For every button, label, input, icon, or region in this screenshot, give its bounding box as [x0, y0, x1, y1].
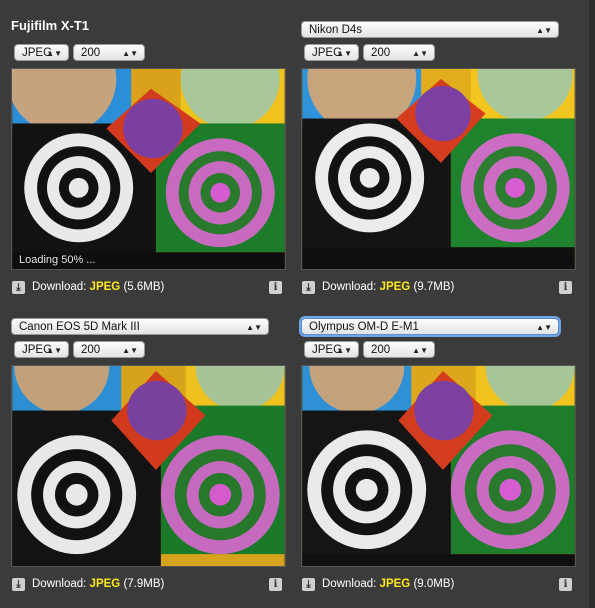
- camera-panel-2: Nikon D4s ▲▼ JPEG ▲▼ 200 ▲▼ ⤓ Download: …: [301, 10, 576, 305]
- chevron-updown-icon: ▲▼: [336, 346, 352, 355]
- sample-image[interactable]: [11, 365, 286, 567]
- download-size: (9.7MB): [413, 281, 455, 293]
- download-row: ⤓ Download: JPEG (7.9MB) i: [11, 578, 286, 594]
- camera-select-value: Nikon D4s: [309, 24, 363, 36]
- download-size: (9.0MB): [413, 578, 455, 590]
- download-format[interactable]: JPEG: [380, 281, 411, 293]
- window-edge: [589, 0, 595, 608]
- format-select[interactable]: JPEG ▲▼: [14, 341, 69, 358]
- camera-select[interactable]: Olympus OM-D E-M1 ▲▼: [301, 318, 559, 335]
- iso-select[interactable]: 200 ▲▼: [363, 341, 435, 358]
- download-label: Download:: [32, 281, 87, 293]
- camera-panel-1: Fujifilm X-T1 JPEG▲▼ 200▲▼ Loading 50%: [11, 10, 286, 305]
- camera-select[interactable]: Nikon D4s ▲▼: [301, 21, 559, 38]
- info-icon[interactable]: i: [269, 281, 282, 294]
- test-chart-image: [302, 69, 575, 269]
- iso-select[interactable]: 200 ▲▼: [73, 341, 145, 358]
- download-icon[interactable]: ⤓: [12, 578, 25, 591]
- chevron-updown-icon: ▲▼: [122, 49, 138, 58]
- download-row: ⤓ Download: JPEG (9.7MB) i: [301, 281, 576, 297]
- download-row: ⤓ Download: JPEG (5.6MB) i: [11, 281, 286, 297]
- chevron-updown-icon: ▲▼: [536, 26, 552, 35]
- iso-value: 200: [371, 344, 391, 356]
- info-icon[interactable]: i: [269, 578, 282, 591]
- loading-status: Loading 50% ...: [19, 254, 96, 266]
- iso-select[interactable]: 200 ▲▼: [73, 44, 145, 61]
- iso-select[interactable]: 200 ▲▼: [363, 44, 435, 61]
- sample-image[interactable]: [301, 68, 576, 270]
- chevron-updown-icon: ▲▼: [412, 346, 428, 355]
- format-select[interactable]: JPEG ▲▼: [304, 44, 359, 61]
- format-select[interactable]: JPEG ▲▼: [304, 341, 359, 358]
- download-label: Download:: [322, 281, 377, 293]
- iso-value: 200: [81, 344, 101, 356]
- download-icon[interactable]: ⤓: [302, 281, 315, 294]
- chevron-updown-icon: ▲▼: [46, 49, 62, 58]
- camera-title: Fujifilm X-T1: [11, 18, 89, 33]
- download-link[interactable]: Download: JPEG (5.6MB): [32, 281, 164, 293]
- test-chart-image: [302, 366, 575, 566]
- camera-select[interactable]: Canon EOS 5D Mark III ▲▼: [11, 318, 269, 335]
- camera-select-value: Canon EOS 5D Mark III: [19, 321, 140, 333]
- iso-value: 200: [81, 47, 101, 59]
- download-link[interactable]: Download: JPEG (7.9MB): [32, 578, 164, 590]
- chevron-updown-icon: ▲▼: [46, 346, 62, 355]
- download-icon[interactable]: ⤓: [12, 281, 25, 294]
- chevron-updown-icon: ▲▼: [412, 49, 428, 58]
- download-format[interactable]: JPEG: [90, 578, 121, 590]
- camera-panel-4: Olympus OM-D E-M1 ▲▼ JPEG ▲▼ 200 ▲▼ ⤓ Do…: [301, 307, 576, 602]
- chevron-updown-icon: ▲▼: [246, 323, 262, 332]
- download-icon[interactable]: ⤓: [302, 578, 315, 591]
- test-chart-image: [12, 69, 285, 269]
- download-label: Download:: [322, 578, 377, 590]
- camera-select-value: Olympus OM-D E-M1: [309, 321, 419, 333]
- iso-value: 200: [371, 47, 391, 59]
- download-size: (5.6MB): [123, 281, 165, 293]
- info-icon[interactable]: i: [559, 281, 572, 294]
- download-size: (7.9MB): [123, 578, 165, 590]
- download-label: Download:: [32, 578, 87, 590]
- chevron-updown-icon: ▲▼: [122, 346, 138, 355]
- camera-panel-3: Canon EOS 5D Mark III ▲▼ JPEG ▲▼ 200 ▲▼ ⤓: [11, 307, 286, 602]
- download-format[interactable]: JPEG: [90, 281, 121, 293]
- format-select[interactable]: JPEG ▲▼: [14, 44, 69, 61]
- test-chart-image: [12, 366, 285, 566]
- download-format[interactable]: JPEG: [380, 578, 411, 590]
- sample-image[interactable]: Loading 50% ...: [11, 68, 286, 270]
- download-link[interactable]: Download: JPEG (9.7MB): [322, 281, 454, 293]
- sample-image[interactable]: [301, 365, 576, 567]
- download-link[interactable]: Download: JPEG (9.0MB): [322, 578, 454, 590]
- chevron-updown-icon: ▲▼: [336, 49, 352, 58]
- download-row: ⤓ Download: JPEG (9.0MB) i: [301, 578, 576, 594]
- chevron-updown-icon: ▲▼: [536, 323, 552, 332]
- info-icon[interactable]: i: [559, 578, 572, 591]
